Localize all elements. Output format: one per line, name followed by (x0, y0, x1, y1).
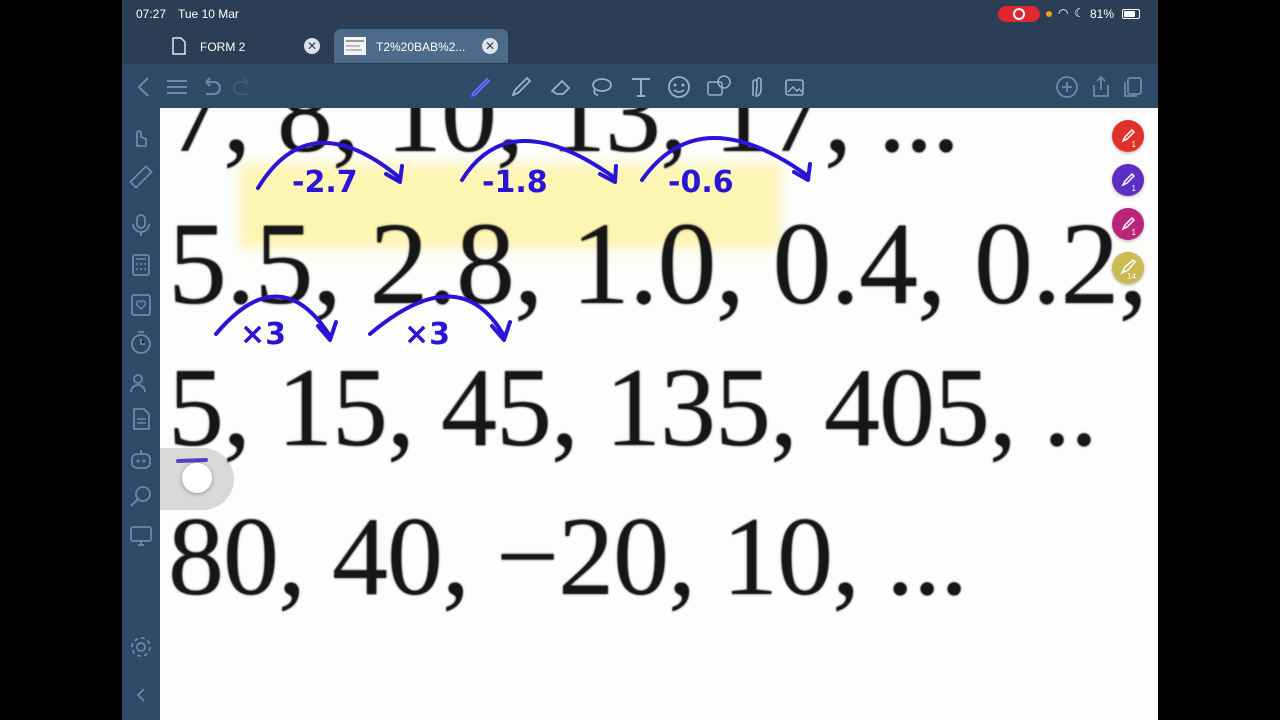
annotation-diff-3: -0.6 (668, 165, 734, 200)
tab-t2-bab[interactable]: T2%20BAB%2... ✕ (334, 29, 508, 63)
assistive-touch-knob[interactable] (182, 463, 212, 493)
settings-icon[interactable] (128, 634, 154, 660)
tab-label: T2%20BAB%2... (376, 40, 466, 54)
pen-tool-icon[interactable] (468, 74, 494, 100)
ink-annotations: -2.7 -1.8 -0.6 ×3 ×3 (176, 136, 812, 463)
sticker-tool-icon[interactable] (666, 74, 692, 100)
tab-label: FORM 2 (200, 40, 246, 54)
wifi-icon: ◠ (1058, 6, 1069, 20)
collaborate-icon[interactable] (128, 370, 154, 396)
back-icon[interactable] (132, 74, 158, 100)
close-tab-icon[interactable]: ✕ (482, 38, 498, 54)
pencil-tool-icon[interactable] (508, 74, 534, 100)
annotation-toolbar (122, 64, 1158, 108)
eraser-tool-icon[interactable] (548, 74, 574, 100)
annotation-ratio-2: ×3 (404, 317, 450, 352)
annotation-diff-1: -2.7 (292, 165, 358, 200)
pages-icon[interactable] (1120, 74, 1146, 100)
add-page-icon[interactable] (1054, 74, 1080, 100)
lasso-tool-icon[interactable] (588, 74, 614, 100)
ipad-screen: 07:27 Tue 10 Mar ◠ ☾ 81% FORM 2 ✕ T2%20B… (122, 0, 1158, 720)
share-icon[interactable] (1088, 74, 1114, 100)
document-icon (172, 37, 186, 55)
translate-tool-icon[interactable] (706, 74, 732, 100)
pen-preset-red[interactable]: 1 (1112, 120, 1144, 152)
collapse-sidebar-icon[interactable] (128, 682, 154, 708)
pen-icon (1121, 128, 1136, 143)
document-icon[interactable] (128, 406, 154, 432)
annotation-diff-2: -1.8 (482, 165, 548, 200)
favorites-icon[interactable] (128, 292, 154, 318)
screen-recording-icon[interactable] (998, 6, 1040, 22)
search-icon[interactable] (128, 484, 154, 510)
menu-icon[interactable] (164, 74, 190, 100)
status-time: 07:27 (136, 7, 167, 21)
pen-preset-purple[interactable]: 1 (1112, 164, 1144, 196)
text-tool-icon[interactable] (628, 74, 654, 100)
hand-tool-icon[interactable] (744, 74, 770, 100)
tool-sidebar (122, 108, 160, 720)
undo-icon[interactable] (198, 74, 224, 100)
assistive-touch-handle[interactable] (160, 448, 234, 510)
battery-icon (1122, 9, 1140, 19)
pen-icon (1121, 172, 1136, 187)
thumbnail-icon (344, 37, 366, 55)
moon-icon: ☾ (1074, 6, 1085, 20)
status-date: Tue 10 Mar (178, 7, 239, 21)
tab-form-2[interactable]: FORM 2 ✕ (158, 29, 330, 63)
present-icon[interactable] (128, 522, 154, 548)
battery-percentage: 81% (1090, 7, 1115, 21)
document-tabs: FORM 2 ✕ T2%20BAB%2... ✕ (122, 28, 1158, 64)
highlighter-preset-yellow[interactable]: 14 (1112, 252, 1144, 284)
redo-icon[interactable] (230, 74, 256, 100)
ruler-icon[interactable] (128, 164, 154, 190)
close-tab-icon[interactable]: ✕ (304, 38, 320, 54)
annotation-ratio-1: ×3 (240, 317, 286, 352)
finger-draw-icon[interactable] (128, 124, 154, 150)
calculator-icon[interactable] (128, 252, 154, 278)
microphone-icon[interactable] (128, 212, 154, 238)
pen-preset-magenta[interactable]: 1 (1112, 208, 1144, 240)
image-tool-icon[interactable] (782, 74, 808, 100)
mic-indicator-icon (1046, 11, 1052, 17)
timer-icon[interactable] (128, 330, 154, 356)
status-bar: 07:27 Tue 10 Mar ◠ ☾ 81% (122, 0, 1158, 28)
ai-assistant-icon[interactable] (128, 446, 154, 472)
document-canvas[interactable]: 7, 8, 10, 13, 17, ... 5.5, 2.8, 1.0, 0.4… (160, 108, 1158, 720)
pen-icon (1121, 216, 1136, 231)
